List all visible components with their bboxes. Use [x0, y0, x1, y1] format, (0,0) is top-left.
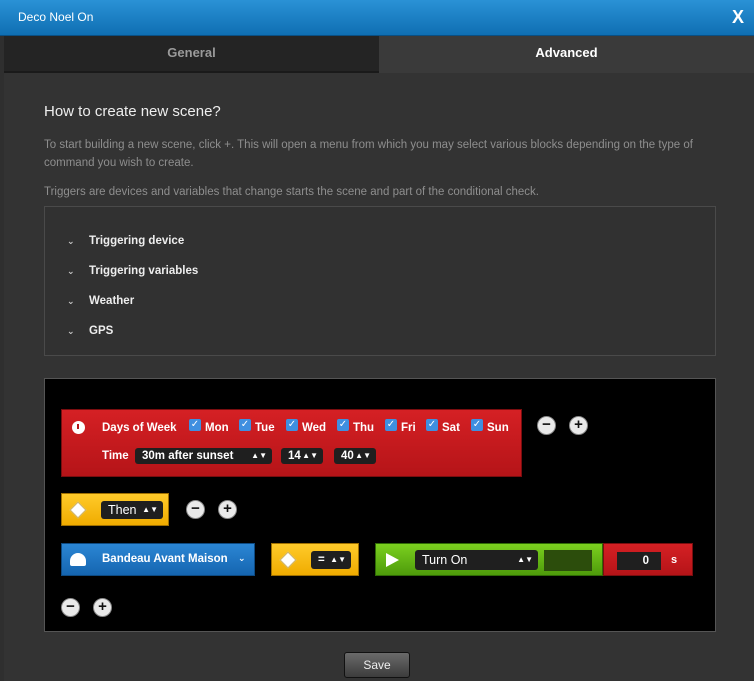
- checkbox-mon[interactable]: ✓: [189, 419, 201, 431]
- chevron-down-icon: ⌄: [238, 553, 246, 563]
- day-wed: Wed: [302, 422, 327, 434]
- day-sat: Sat: [442, 422, 460, 434]
- tab-general[interactable]: General: [4, 36, 379, 73]
- block-categories-panel: ⌄ Triggering device ⌄ Triggering variables…: [44, 206, 716, 356]
- day-fri: Fri: [401, 422, 416, 434]
- tab-advanced[interactable]: Advanced: [379, 36, 754, 73]
- hour-select[interactable]: 14 ▲▼: [281, 448, 323, 464]
- add-then-button[interactable]: +: [218, 500, 237, 519]
- chevron-down-icon: ⌄: [67, 266, 75, 276]
- delay-input[interactable]: 0: [617, 552, 661, 570]
- day-thu: Thu: [353, 422, 375, 434]
- chevron-down-icon: ⌄: [67, 296, 75, 306]
- then-block[interactable]: Then ▲▼: [61, 493, 169, 526]
- updown-arrow-icon: ▲▼: [251, 451, 267, 460]
- category-triggering-device[interactable]: ⌄ Triggering device: [67, 235, 184, 247]
- checkbox-sat[interactable]: ✓: [426, 419, 438, 431]
- day-tue: Tue: [255, 422, 275, 434]
- updown-arrow-icon: ▲▼: [142, 505, 158, 514]
- chevron-down-icon: ⌄: [67, 326, 75, 336]
- minute-select[interactable]: 40 ▲▼: [334, 448, 376, 464]
- help-paragraph-1: To start building a new scene, click +. …: [44, 139, 693, 169]
- time-select[interactable]: 30m after sunset ▲▼: [135, 448, 272, 464]
- time-label: Time: [102, 450, 129, 462]
- remove-trigger-button[interactable]: −: [537, 416, 556, 435]
- checkbox-wed[interactable]: ✓: [286, 419, 298, 431]
- device-block[interactable]: Bandeau Avant Maison ⌄: [61, 543, 255, 576]
- advanced-panel: How to create new scene? To start buildi…: [4, 73, 754, 681]
- chevron-down-icon: ⌄: [67, 236, 75, 246]
- add-trigger-button[interactable]: +: [569, 416, 588, 435]
- checkbox-thu[interactable]: ✓: [337, 419, 349, 431]
- help-heading: How to create new scene?: [44, 103, 221, 120]
- action-value-box[interactable]: [544, 550, 592, 571]
- category-weather[interactable]: ⌄ Weather: [67, 295, 134, 307]
- category-gps[interactable]: ⌄ GPS: [67, 325, 113, 337]
- diamond-icon: [279, 551, 297, 569]
- device-icon: [70, 553, 86, 566]
- schedule-trigger-block[interactable]: Days of Week ✓ Mon ✓ Tue ✓ Wed ✓ Thu ✓ F…: [61, 409, 522, 477]
- action-select[interactable]: Turn On ▲▼: [415, 550, 538, 570]
- close-icon[interactable]: X: [732, 7, 744, 28]
- day-mon: Mon: [205, 422, 229, 434]
- checkbox-sun[interactable]: ✓: [471, 419, 483, 431]
- save-button[interactable]: Save: [344, 652, 410, 678]
- operator-block[interactable]: = ▲▼: [271, 543, 359, 576]
- delay-unit: s: [671, 554, 678, 566]
- remove-then-button[interactable]: −: [186, 500, 205, 519]
- help-paragraph-2: Triggers are devices and variables that …: [44, 186, 539, 198]
- checkbox-fri[interactable]: ✓: [385, 419, 397, 431]
- day-sun: Sun: [487, 422, 509, 434]
- diamond-icon: [69, 501, 87, 519]
- device-name: Bandeau Avant Maison: [102, 553, 228, 565]
- remove-action-button[interactable]: −: [61, 598, 80, 617]
- title-bar: Deco Noel On X: [0, 0, 754, 36]
- delay-block[interactable]: 0 s: [603, 543, 693, 576]
- then-select[interactable]: Then ▲▼: [101, 501, 163, 519]
- checkbox-tue[interactable]: ✓: [239, 419, 251, 431]
- updown-arrow-icon: ▲▼: [302, 451, 318, 460]
- clock-icon: [72, 421, 85, 434]
- days-label: Days of Week: [102, 422, 177, 434]
- action-block[interactable]: Turn On ▲▼: [375, 543, 603, 576]
- tab-bar: General Advanced: [4, 36, 754, 73]
- scene-canvas: Days of Week ✓ Mon ✓ Tue ✓ Wed ✓ Thu ✓ F…: [44, 378, 716, 632]
- window-title: Deco Noel On: [18, 10, 94, 24]
- add-action-button[interactable]: +: [93, 598, 112, 617]
- updown-arrow-icon: ▲▼: [355, 451, 371, 460]
- updown-arrow-icon: ▲▼: [330, 555, 346, 564]
- play-icon: [386, 553, 399, 567]
- category-triggering-variables[interactable]: ⌄ Triggering variables: [67, 265, 198, 277]
- updown-arrow-icon: ▲▼: [517, 555, 533, 564]
- operator-select[interactable]: = ▲▼: [311, 551, 351, 569]
